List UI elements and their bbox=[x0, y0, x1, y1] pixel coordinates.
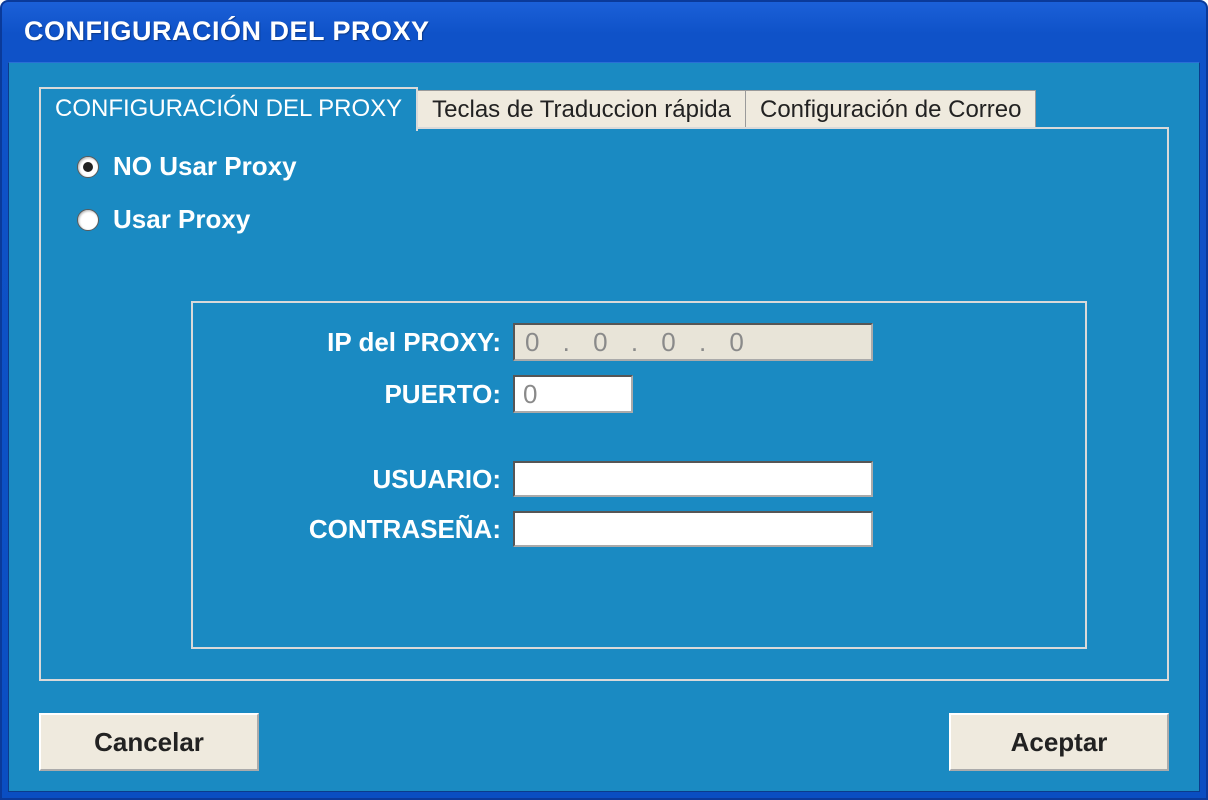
radio-icon bbox=[77, 209, 99, 231]
radio-no-proxy[interactable]: NO Usar Proxy bbox=[77, 151, 1167, 182]
window-title: CONFIGURACIÓN DEL PROXY bbox=[24, 16, 1184, 47]
titlebar: CONFIGURACIÓN DEL PROXY bbox=[2, 2, 1206, 62]
ip-input[interactable] bbox=[513, 323, 873, 361]
tab-proxy-config[interactable]: CONFIGURACIÓN DEL PROXY bbox=[39, 87, 418, 131]
button-label: Aceptar bbox=[1011, 727, 1108, 757]
button-label: Cancelar bbox=[94, 727, 204, 757]
tab-translation-keys[interactable]: Teclas de Traduccion rápida bbox=[418, 90, 746, 129]
password-label: CONTRASEÑA: bbox=[223, 514, 513, 545]
field-row-ip: IP del PROXY: bbox=[223, 323, 1055, 361]
tab-panel-proxy: NO Usar Proxy Usar Proxy IP del PROXY: P… bbox=[39, 127, 1169, 681]
radio-label: Usar Proxy bbox=[113, 204, 250, 235]
field-row-password: CONTRASEÑA: bbox=[223, 511, 1055, 547]
field-row-port: PUERTO: bbox=[223, 375, 1055, 413]
port-label: PUERTO: bbox=[223, 379, 513, 410]
dialog-button-row: Cancelar Aceptar bbox=[39, 713, 1169, 771]
tab-label: Teclas de Traduccion rápida bbox=[432, 96, 731, 123]
password-input[interactable] bbox=[513, 511, 873, 547]
field-row-user: USUARIO: bbox=[223, 461, 1055, 497]
client-area: CONFIGURACIÓN DEL PROXY Teclas de Traduc… bbox=[8, 62, 1200, 792]
radio-use-proxy[interactable]: Usar Proxy bbox=[77, 204, 1167, 235]
tab-label: Configuración de Correo bbox=[760, 96, 1021, 123]
spacer bbox=[223, 427, 1055, 461]
user-input[interactable] bbox=[513, 461, 873, 497]
tab-label: CONFIGURACIÓN DEL PROXY bbox=[55, 95, 402, 122]
radio-icon bbox=[77, 156, 99, 178]
cancel-button[interactable]: Cancelar bbox=[39, 713, 259, 771]
port-input[interactable] bbox=[513, 375, 633, 413]
proxy-radio-group: NO Usar Proxy Usar Proxy bbox=[77, 151, 1167, 235]
tab-mail-config[interactable]: Configuración de Correo bbox=[746, 90, 1036, 129]
dialog-window: CONFIGURACIÓN DEL PROXY CONFIGURACIÓN DE… bbox=[0, 0, 1208, 800]
proxy-settings-box: IP del PROXY: PUERTO: USUARIO: CONTRASEÑ… bbox=[191, 301, 1087, 649]
ip-label: IP del PROXY: bbox=[223, 327, 513, 358]
accept-button[interactable]: Aceptar bbox=[949, 713, 1169, 771]
tabstrip: CONFIGURACIÓN DEL PROXY Teclas de Traduc… bbox=[39, 89, 1169, 129]
user-label: USUARIO: bbox=[223, 464, 513, 495]
radio-label: NO Usar Proxy bbox=[113, 151, 297, 182]
